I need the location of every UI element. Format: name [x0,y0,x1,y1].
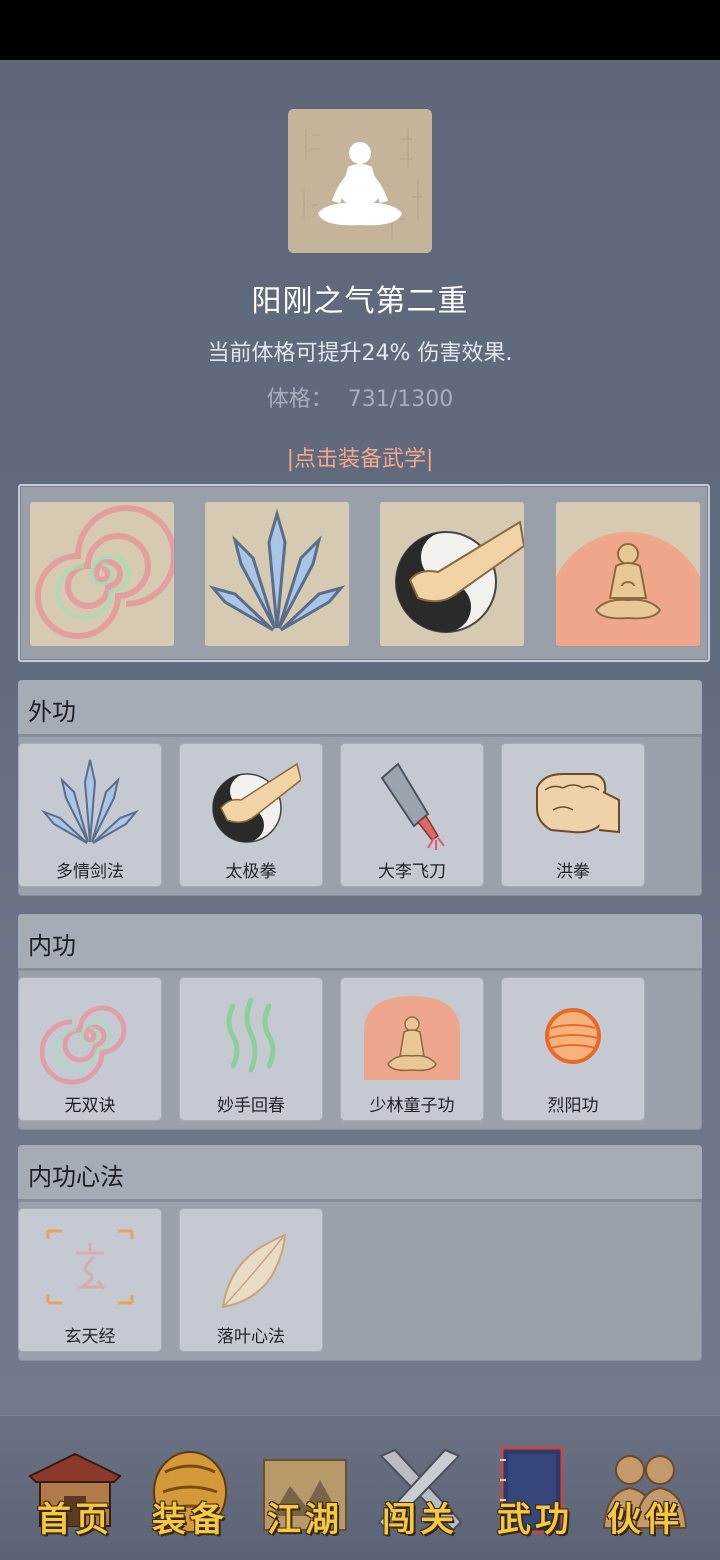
spiral-icon [40,1005,127,1085]
equip-martial-arts-link[interactable]: |点击装备武学| [0,441,720,473]
section-body-internal: 无双诀 妙手回春 少林童子功 烈阳功 [18,970,702,1130]
nav-martial-arts[interactable]: 武功 [480,1436,590,1546]
skill-label: 太极拳 [225,862,277,882]
equipped-skills-bar [18,484,710,662]
section-body-mental: 玄天经 落叶心法 [18,1201,702,1361]
skill-card[interactable]: 玄天经 [19,1209,161,1351]
nav-home[interactable]: 首页 [20,1436,130,1546]
sword-fan-icon [205,502,349,646]
equipped-slot-2[interactable] [205,502,349,646]
bottom-nav: 首页 装备 江湖 闯关 武功 伙伴 [0,1415,720,1560]
nav-label: 首页 [37,1500,113,1540]
skill-card[interactable]: 落叶心法 [180,1209,322,1351]
nav-equipment[interactable]: 装备 [135,1436,245,1546]
equipped-slot-1[interactable] [30,502,174,646]
skill-card[interactable]: 妙手回春 [180,978,322,1120]
section-title: 内功 [28,932,76,960]
spiral-icon [30,502,174,646]
skill-card[interactable]: 少林童子功 [341,978,483,1120]
cleaver-icon [380,762,445,850]
skill-card[interactable]: 洪拳 [502,744,644,886]
fist-icon [536,773,620,834]
physique-row: 体格： 731/1300 [0,381,720,413]
section-header-internal: 内功 [18,914,702,970]
nav-label: 伙伴 [607,1500,683,1540]
xuan-scroll-icon [46,1229,134,1305]
sun-orb-icon [545,1008,601,1064]
status-bar [0,0,720,60]
leaf-icon [221,1233,287,1309]
skill-label: 烈阳功 [547,1096,599,1116]
nav-label: 武功 [497,1500,573,1540]
skill-card[interactable]: 烈阳功 [502,978,644,1120]
skill-card[interactable]: 大李飞刀 [341,744,483,886]
skill-card[interactable]: 太极拳 [180,744,322,886]
nav-label: 江湖 [267,1500,343,1540]
skill-label: 多情剑法 [56,862,124,882]
sword-fan-icon [40,759,140,844]
physique-label: 体格： [266,387,333,412]
equipped-slot-4[interactable] [556,502,700,646]
realm-description: 当前体格可提升24% 伤害效果. [207,341,513,366]
section-header-mental: 内功心法 [18,1145,702,1201]
physique-value: 731/1300 [347,387,454,412]
section-title: 外功 [28,698,76,726]
equipped-slot-3[interactable] [380,502,524,646]
taiji-fist-icon [380,502,524,646]
section-header-external: 外功 [18,680,702,736]
skill-label: 洪拳 [556,862,590,882]
realm-title: 阳刚之气第二重 [251,284,469,319]
skill-label: 大李飞刀 [378,862,446,882]
nav-partners[interactable]: 伙伴 [590,1436,700,1546]
skill-label: 少林童子功 [369,1096,455,1116]
nav-label: 闯关 [382,1500,458,1540]
green-waves-icon [226,997,276,1073]
skill-label: 妙手回春 [217,1096,285,1116]
skill-card[interactable]: 无双诀 [19,978,161,1120]
skill-label: 落叶心法 [217,1327,285,1347]
skill-card[interactable]: 多情剑法 [19,744,161,886]
section-title: 内功心法 [28,1163,124,1191]
nav-jianghu[interactable]: 江湖 [250,1436,360,1546]
skill-label: 玄天经 [64,1327,116,1347]
meditation-icon [364,996,460,1080]
skill-label: 无双诀 [64,1096,116,1116]
section-body-external: 多情剑法 太极拳 大李飞刀 洪拳 [18,736,702,896]
nav-label: 装备 [152,1500,228,1540]
taiji-fist-icon [212,762,301,843]
nav-challenge[interactable]: 闯关 [365,1436,475,1546]
meditation-icon [556,502,700,646]
meditation-portrait-icon [288,109,432,253]
